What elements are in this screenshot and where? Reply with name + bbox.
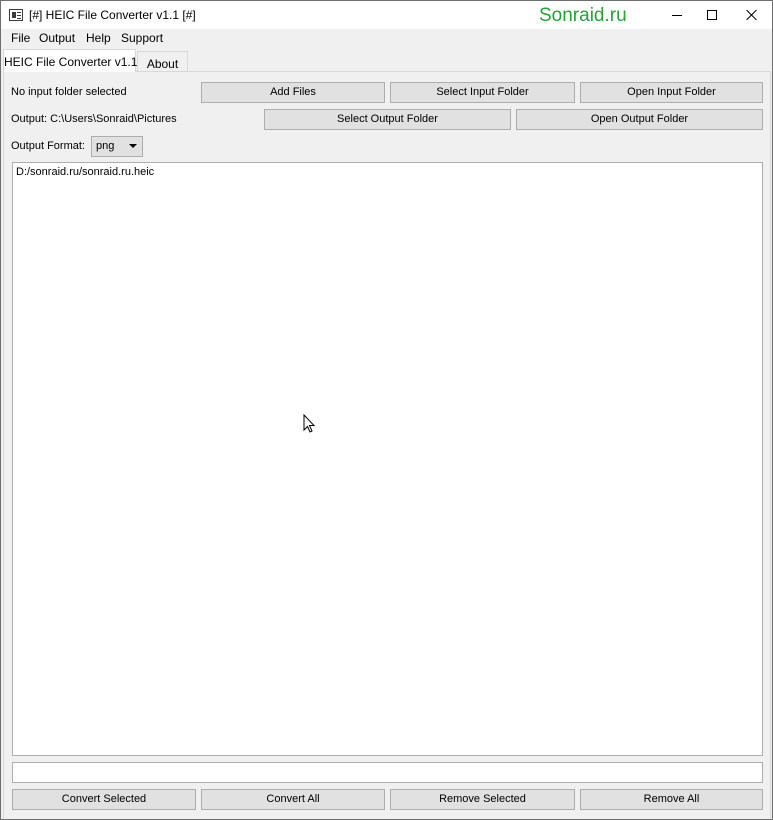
output-format-select[interactable]: png bbox=[91, 136, 143, 157]
output-path-label: Output: C:\Users\Sonraid\Pictures bbox=[11, 113, 177, 125]
close-icon bbox=[746, 9, 758, 21]
add-files-button[interactable]: Add Files bbox=[201, 82, 385, 103]
minimize-icon bbox=[672, 14, 682, 16]
watermark-text: Sonraid.ru bbox=[539, 5, 627, 26]
maximize-button[interactable] bbox=[690, 1, 734, 29]
open-input-folder-button[interactable]: Open Input Folder bbox=[580, 82, 763, 103]
file-list[interactable]: D:/sonraid.ru/sonraid.ru.heic bbox=[12, 162, 763, 756]
select-output-folder-button[interactable]: Select Output Folder bbox=[264, 109, 511, 130]
remove-all-button[interactable]: Remove All bbox=[580, 789, 763, 810]
maximize-icon bbox=[707, 10, 717, 20]
menu-support[interactable]: Support bbox=[121, 31, 163, 45]
tab-about[interactable]: About bbox=[137, 51, 188, 72]
select-input-folder-button[interactable]: Select Input Folder bbox=[390, 82, 575, 103]
mouse-pointer-icon bbox=[303, 414, 315, 433]
chevron-down-icon bbox=[129, 144, 137, 148]
input-folder-status: No input folder selected bbox=[11, 86, 127, 98]
menu-help[interactable]: Help bbox=[86, 31, 111, 45]
list-item[interactable]: D:/sonraid.ru/sonraid.ru.heic bbox=[16, 166, 154, 178]
menu-file[interactable]: File bbox=[11, 31, 30, 45]
menu-bar: File Output Help Support bbox=[1, 29, 772, 48]
progress-bar bbox=[12, 762, 763, 783]
open-output-folder-button[interactable]: Open Output Folder bbox=[516, 109, 763, 130]
menu-output[interactable]: Output bbox=[39, 31, 75, 45]
window-title: [#] HEIC File Converter v1.1 [#] bbox=[29, 8, 196, 22]
app-window: [#] HEIC File Converter v1.1 [#] Sonraid… bbox=[0, 0, 773, 820]
convert-all-button[interactable]: Convert All bbox=[201, 789, 385, 810]
title-bar[interactable]: [#] HEIC File Converter v1.1 [#] Sonraid… bbox=[1, 1, 772, 29]
app-window-icon[interactable] bbox=[9, 9, 23, 21]
output-format-label: Output Format: bbox=[11, 140, 85, 152]
remove-selected-button[interactable]: Remove Selected bbox=[390, 789, 575, 810]
tab-converter[interactable]: HEIC File Converter v1.1 bbox=[3, 49, 137, 72]
close-button[interactable] bbox=[730, 1, 772, 29]
output-format-value: png bbox=[96, 140, 115, 152]
convert-selected-button[interactable]: Convert Selected bbox=[12, 789, 196, 810]
